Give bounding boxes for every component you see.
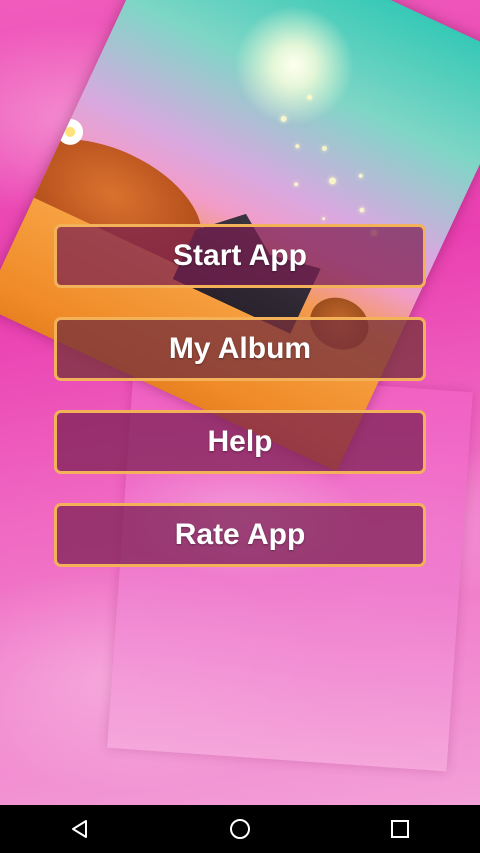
sparkle xyxy=(358,173,364,179)
navigation-bar xyxy=(0,805,480,853)
app-screen: Start App My Album Help Rate App xyxy=(0,0,480,805)
home-circle-icon xyxy=(230,819,250,839)
recents-square-icon xyxy=(391,820,409,838)
main-menu: Start App My Album Help Rate App xyxy=(54,224,426,596)
my-album-button[interactable]: My Album xyxy=(54,317,426,381)
rate-app-button[interactable]: Rate App xyxy=(54,503,426,567)
start-app-button[interactable]: Start App xyxy=(54,224,426,288)
sparkle xyxy=(327,176,338,186)
sparkle xyxy=(321,145,328,152)
sparkle xyxy=(321,216,326,221)
home-button[interactable] xyxy=(210,805,270,853)
sparkle xyxy=(293,181,299,187)
recents-button[interactable] xyxy=(370,805,430,853)
sun-glow xyxy=(214,0,374,146)
sparkle xyxy=(358,206,366,214)
back-triangle-icon xyxy=(72,820,87,838)
sparkle xyxy=(294,143,300,149)
help-button[interactable]: Help xyxy=(54,410,426,474)
back-button[interactable] xyxy=(50,805,110,853)
